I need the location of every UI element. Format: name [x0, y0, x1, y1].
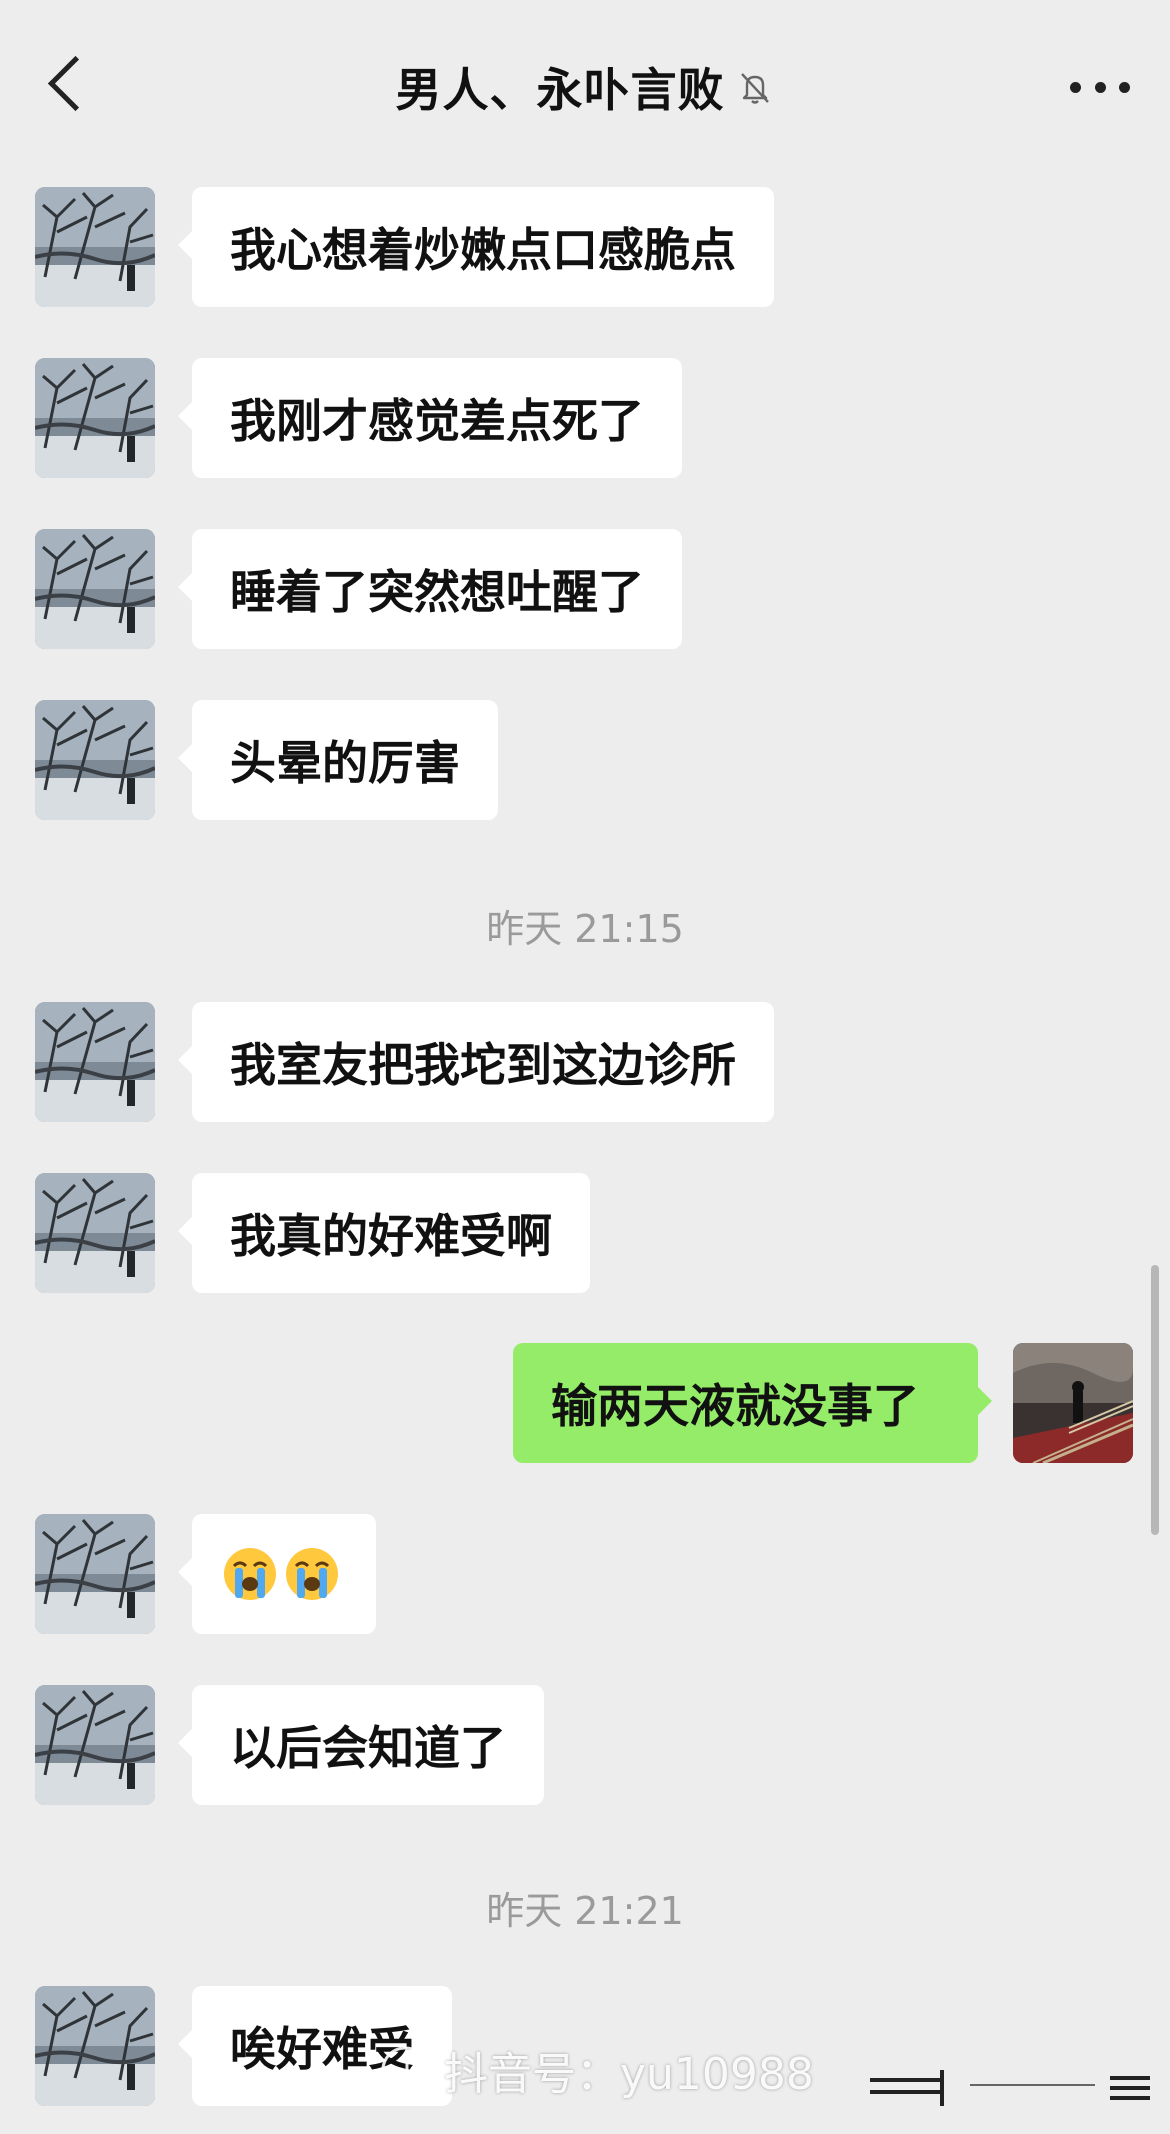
more-button[interactable] [1070, 72, 1130, 102]
bottom-toolbar-icons [870, 2070, 1155, 2110]
contact-avatar[interactable] [35, 1685, 155, 1805]
menu-line [1110, 2086, 1150, 2090]
message-timestamp: 昨天 21:21 [486, 1889, 684, 1933]
divider-line [940, 2070, 944, 2106]
contact-avatar[interactable] [35, 1986, 155, 2106]
watermark-text: 抖音号：yu10988 [444, 2049, 814, 2100]
chat-title-bar: 男人、永卟言败 [0, 54, 1170, 120]
incoming-message-bubble[interactable]: 我心想着炒嫩点口感脆点 [178, 187, 774, 307]
more-dot [1070, 81, 1081, 93]
incoming-message-bubble[interactable]: 头晕的厉害 [178, 700, 498, 820]
incoming-message-bubble[interactable]: 我真的好难受啊 [178, 1173, 590, 1293]
night-balcony-photo [1013, 1343, 1133, 1463]
menu-line [1110, 2096, 1150, 2100]
contact-avatar[interactable] [35, 700, 155, 820]
contact-avatar[interactable] [35, 529, 155, 649]
contact-avatar[interactable] [35, 1002, 155, 1122]
winter-tree-photo [35, 1002, 155, 1122]
douyin-logo-icon [381, 2046, 429, 2094]
more-dot [1094, 81, 1106, 93]
chat-header: 男人、永卟言败 [0, 0, 1170, 170]
winter-tree-photo [35, 529, 155, 649]
incoming-message-bubble[interactable]: 我刚才感觉差点死了 [178, 358, 682, 478]
incoming-emoji-bubble[interactable] [178, 1514, 376, 1634]
menu-line [1110, 2076, 1150, 2080]
winter-tree-photo [35, 1173, 155, 1293]
loudly-crying-face-emoji [224, 1548, 276, 1600]
contact-avatar[interactable] [35, 1173, 155, 1293]
winter-tree-photo [35, 358, 155, 478]
more-dot [1119, 81, 1130, 93]
menu-line [870, 2078, 940, 2082]
input-line [970, 2084, 1095, 2086]
bell-slash-icon [740, 73, 769, 104]
incoming-message-bubble[interactable]: 以后会知道了 [178, 1685, 544, 1805]
contact-avatar[interactable] [35, 187, 155, 307]
incoming-message-bubble[interactable]: 睡着了突然想吐醒了 [178, 529, 682, 649]
contact-avatar[interactable] [35, 358, 155, 478]
winter-tree-photo [35, 1986, 155, 2106]
chat-title: 男人、永卟言败 [395, 63, 725, 117]
winter-tree-photo [35, 187, 155, 307]
douyin-watermark: 抖音号：yu10988 [380, 2038, 814, 2102]
winter-tree-photo [35, 1685, 155, 1805]
outgoing-message-bubble[interactable]: 输两天液就没事了 [513, 1343, 992, 1463]
message-timestamp: 昨天 21:15 [486, 907, 684, 951]
loudly-crying-face-emoji [286, 1548, 338, 1600]
chat-scrollbar[interactable] [1151, 1265, 1159, 1535]
user-avatar[interactable] [1013, 1343, 1133, 1463]
contact-avatar[interactable] [35, 1514, 155, 1634]
winter-tree-photo [35, 700, 155, 820]
menu-line [870, 2090, 940, 2094]
incoming-message-bubble[interactable]: 我室友把我坨到这边诊所 [178, 1002, 774, 1122]
winter-tree-photo [35, 1514, 155, 1634]
